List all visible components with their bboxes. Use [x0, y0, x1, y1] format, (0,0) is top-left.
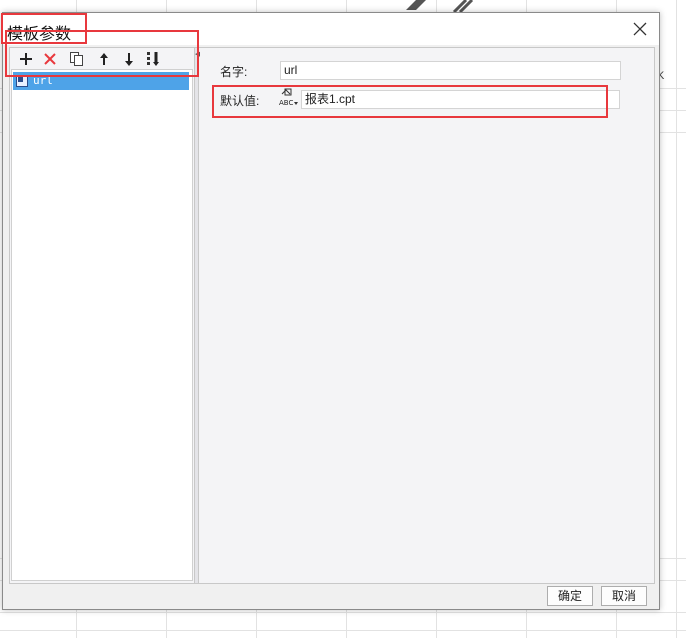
- dialog-footer: 确定 取消: [3, 583, 659, 609]
- ok-button[interactable]: 确定: [547, 586, 593, 606]
- template-parameters-dialog: 模板参数 url ◀ 名字: url 默认值: ABC 报表1.cpt 确定 取…: [1, 12, 660, 610]
- close-button[interactable]: [631, 20, 649, 38]
- parameter-tree: url: [11, 69, 193, 581]
- close-icon: [633, 22, 647, 36]
- pen-icon: [406, 0, 426, 10]
- pane-splitter[interactable]: ◀: [194, 48, 200, 583]
- cancel-button[interactable]: 取消: [601, 586, 647, 606]
- pencil-icon: [452, 0, 474, 12]
- default-value-highlight-box: [212, 85, 608, 118]
- name-field[interactable]: url: [280, 61, 621, 80]
- dialog-content: url ◀ 名字: url 默认值: ABC 报表1.cpt: [9, 47, 655, 584]
- name-label: 名字:: [220, 65, 248, 79]
- parameter-list-pane: url: [10, 48, 194, 583]
- parameter-detail-pane: 名字: url 默认值: ABC 报表1.cpt: [200, 48, 654, 583]
- tree-highlight-box: [5, 30, 199, 77]
